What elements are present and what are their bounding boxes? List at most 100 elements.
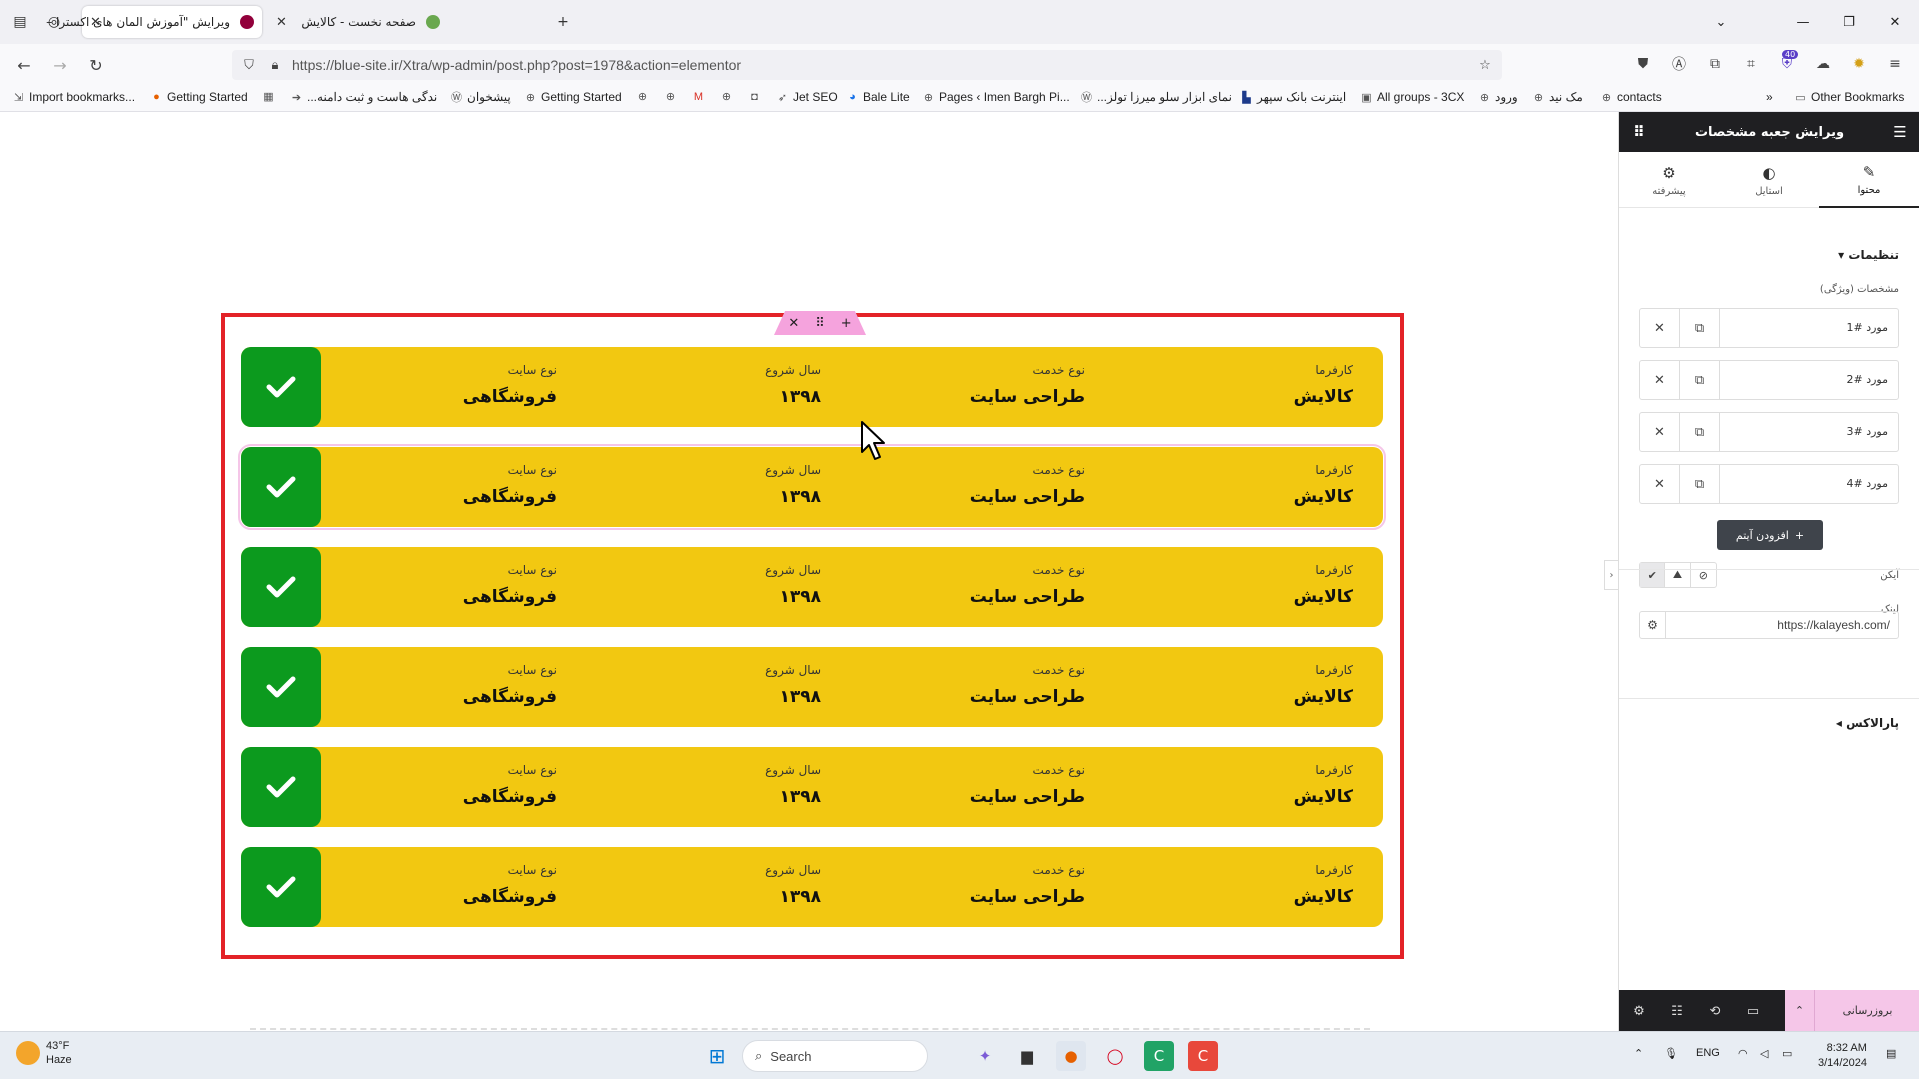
link-options-gear-icon[interactable]: ⚙ [1640,612,1666,638]
repeater-item-title[interactable]: مورد #2 [1847,373,1889,386]
bookmark-item[interactable]: ⊕ Getting Started [524,90,622,104]
duplicate-icon[interactable]: ⧉ [1680,413,1720,451]
windows-start-icon[interactable]: ⊞ [702,1041,732,1071]
upload-icon[interactable]: ⛰ [1665,563,1691,587]
bookmark-item[interactable]: ⊕ مک نید [1532,90,1583,104]
bookmark-item[interactable]: ◕ Bale Lite [846,90,910,104]
reload-icon[interactable]: ↻ [84,53,108,77]
bookmark-item[interactable]: ⊕ [664,90,681,103]
new-tab-icon[interactable]: + [551,10,575,34]
extensions-icon[interactable]: ⧉ [1704,53,1726,75]
bookmark-item[interactable]: ⊕ ورود [1478,90,1518,104]
list-all-tabs-icon[interactable]: ⌄ [1706,10,1736,34]
close-tab-icon[interactable]: ✕ [90,15,101,30]
repeater-item[interactable]: مورد #4 ⧉ ✕ [1639,464,1899,504]
widget-handle[interactable]: ✕ ⠿ + [774,311,866,335]
remove-icon[interactable]: ✕ [1640,413,1680,451]
bookmark-item[interactable]: ⊕ contacts [1600,90,1662,104]
duplicate-icon[interactable]: ⧉ [1680,361,1720,399]
link-value[interactable]: https://kalayesh.com/ [1777,618,1890,632]
bookmark-item[interactable]: ➶ Jet SEO [776,90,838,104]
bookmark-item[interactable]: ⊕ [636,90,653,103]
copilot-icon[interactable]: ✦ [970,1041,1000,1071]
taskbar-search[interactable]: ⌕ Search [742,1040,928,1072]
bookmark-item[interactable]: ● Getting Started [150,90,248,104]
task-view-icon[interactable]: ▆ [1012,1041,1042,1071]
spec-row[interactable]: کارفرما کالایش نوع خدمت طراحی سایت سال شرو… [241,847,1383,927]
bookmark-star-icon[interactable]: ☆ [1476,56,1494,74]
tab-editor[interactable]: ویرایش "آموزش المان های اکسترا – ✕ [46,6,262,38]
bookmark-item[interactable]: ◘ [748,90,765,103]
spec-row[interactable]: کارفرما کالایش نوع خدمت طراحی سایت سال شرو… [238,444,1386,530]
restore-icon[interactable]: ❐ [1834,10,1864,34]
spec-row[interactable]: کارفرما کالایش نوع خدمت طراحی سایت سال شرو… [241,647,1383,727]
widgets-grid-icon[interactable]: ⠿ [1629,122,1649,142]
crop-icon[interactable]: ⌗ [1740,53,1762,75]
bookmark-item[interactable]: Ⓦ ...نمای ابزار سلو میرزا تولز [1080,90,1232,104]
volume-icon[interactable]: ◁ [1760,1047,1768,1060]
link-input[interactable]: ⚙ https://kalayesh.com/ [1639,611,1899,639]
section-parallax[interactable]: پارالاکس ◂ [1836,716,1899,730]
collapse-panel-icon[interactable]: › [1604,560,1618,590]
back-icon[interactable]: ← [12,53,36,77]
spec-row[interactable]: کارفرما کالایش نوع خدمت طراحی سایت سال شرو… [241,547,1383,627]
none-icon[interactable]: ⊘ [1691,563,1716,587]
spec-row[interactable]: کارفرما کالایش نوع خدمت طراحی سایت سال شرو… [241,347,1383,427]
checkmark-icon[interactable]: ✔ [1640,563,1666,587]
drag-widget-icon[interactable]: ⠿ [815,316,825,331]
add-item-button[interactable]: + افزودن آیتم [1717,520,1823,550]
weather-widget[interactable]: 43°F Haze [16,1039,72,1067]
repeater-item[interactable]: مورد #2 ⧉ ✕ [1639,360,1899,400]
bookmark-item[interactable]: ⊕ Pages ‹ Imen Bargh Pi... [922,90,1070,104]
duplicate-icon[interactable]: ⧉ [1680,465,1720,503]
bookmark-item[interactable]: ▙ اینترنت بانک سپهر [1240,90,1346,104]
lock-icon[interactable]: 🔒︎ [266,56,284,74]
repeater-item[interactable]: مورد #3 ⧉ ✕ [1639,412,1899,452]
tab-content[interactable]: ✎ محتوا [1819,152,1919,208]
bookmark-item[interactable]: ▣ All groups - 3CX [1360,90,1464,104]
tab-home[interactable]: صفحه نخست - کالایش ✕ [268,6,448,38]
bookmark-item[interactable]: ▦ [262,90,279,103]
spec-box-widget[interactable]: ✕ ⠿ + کارفرما کالایش نوع خدمت طراحی سایت س… [221,311,1404,959]
section-settings[interactable]: تنظیمات ▾ [1838,248,1899,262]
forward-icon[interactable]: → [48,53,72,77]
repeater-item-title[interactable]: مورد #3 [1847,425,1889,438]
repeater-item-title[interactable]: مورد #4 [1847,477,1889,490]
delete-widget-icon[interactable]: ✕ [788,316,799,331]
chevron-up-icon[interactable]: ⌃ [1785,990,1815,1031]
repeater-item-title[interactable]: مورد #1 [1847,321,1889,334]
camtasia-red-icon[interactable]: C [1188,1041,1218,1071]
add-widget-icon[interactable]: + [841,316,852,331]
other-bookmarks[interactable]: ▭ Other Bookmarks [1794,90,1904,104]
camtasia-green-icon[interactable]: C [1144,1041,1174,1071]
wifi-icon[interactable]: ◠ [1738,1047,1748,1060]
duplicate-icon[interactable]: ⧉ [1680,309,1720,347]
sun-extension-icon[interactable]: ✹ [1848,53,1870,75]
url-text[interactable]: https://blue-site.ir/Xtra/wp-admin/post.… [292,57,741,73]
remove-icon[interactable]: ✕ [1640,309,1680,347]
opera-icon[interactable]: ◯ [1100,1041,1130,1071]
battery-icon[interactable]: ▭ [1782,1047,1792,1060]
tab-list-icon[interactable]: ▤ [8,10,32,34]
history-icon[interactable]: ⟲ [1705,1001,1725,1021]
pocket-icon[interactable]: ⛊ [1632,53,1654,75]
hamburger-menu-icon[interactable]: ☰ [1890,122,1910,142]
language-indicator[interactable]: ENG [1696,1047,1720,1059]
tray-overflow-icon[interactable]: ⌃ [1634,1047,1643,1060]
settings-gear-icon[interactable]: ⚙ [1629,1001,1649,1021]
bookmark-item[interactable]: ⊕ [720,90,737,103]
navigator-layers-icon[interactable]: ☷ [1667,1001,1687,1021]
shield-icon[interactable]: ⛉ [240,56,258,74]
update-button[interactable]: بروزرسانی [1815,990,1919,1031]
microphone-icon[interactable]: 🎙︎ [1664,1047,1678,1060]
bookmark-item[interactable]: ➔ ...ندگی هاست و ثبت دامنه [290,90,437,104]
bookmark-item[interactable]: M [692,90,709,103]
cloud-icon[interactable]: ☁ [1812,53,1834,75]
firefox-taskbar-icon[interactable]: ● [1056,1041,1086,1071]
close-tab-icon[interactable]: ✕ [276,15,287,30]
bookmark-item[interactable]: ⇲ Import bookmarks... [12,90,135,104]
spec-row[interactable]: کارفرما کالایش نوع خدمت طراحی سایت سال شرو… [241,747,1383,827]
address-bar[interactable]: ⛉ 🔒︎ https://blue-site.ir/Xtra/wp-admin/… [232,50,1502,80]
tab-advanced[interactable]: ⚙ پیشرفته [1619,152,1719,208]
responsive-mode-icon[interactable]: ▭ [1743,1001,1763,1021]
